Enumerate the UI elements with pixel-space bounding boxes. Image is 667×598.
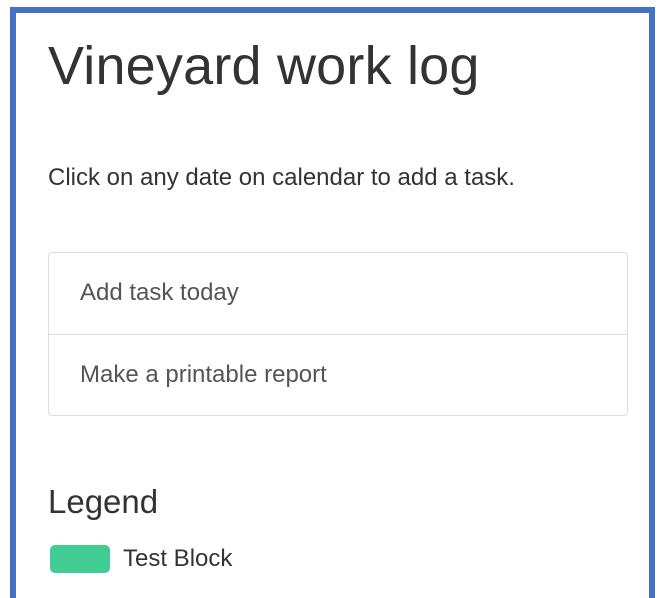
- printable-report-link[interactable]: Make a printable report: [49, 334, 627, 415]
- legend-color-swatch: [50, 545, 110, 573]
- page-title: Vineyard work log: [48, 36, 480, 96]
- legend-item-label: Test Block: [123, 545, 233, 572]
- content-frame: Vineyard work log Click on any date on c…: [10, 7, 655, 598]
- add-task-today-link[interactable]: Add task today: [49, 253, 627, 334]
- legend-heading: Legend: [48, 483, 159, 520]
- action-list: Add task today Make a printable report: [48, 252, 628, 416]
- instructions-text: Click on any date on calendar to add a t…: [48, 164, 515, 191]
- legend-item: Test Block: [48, 545, 232, 573]
